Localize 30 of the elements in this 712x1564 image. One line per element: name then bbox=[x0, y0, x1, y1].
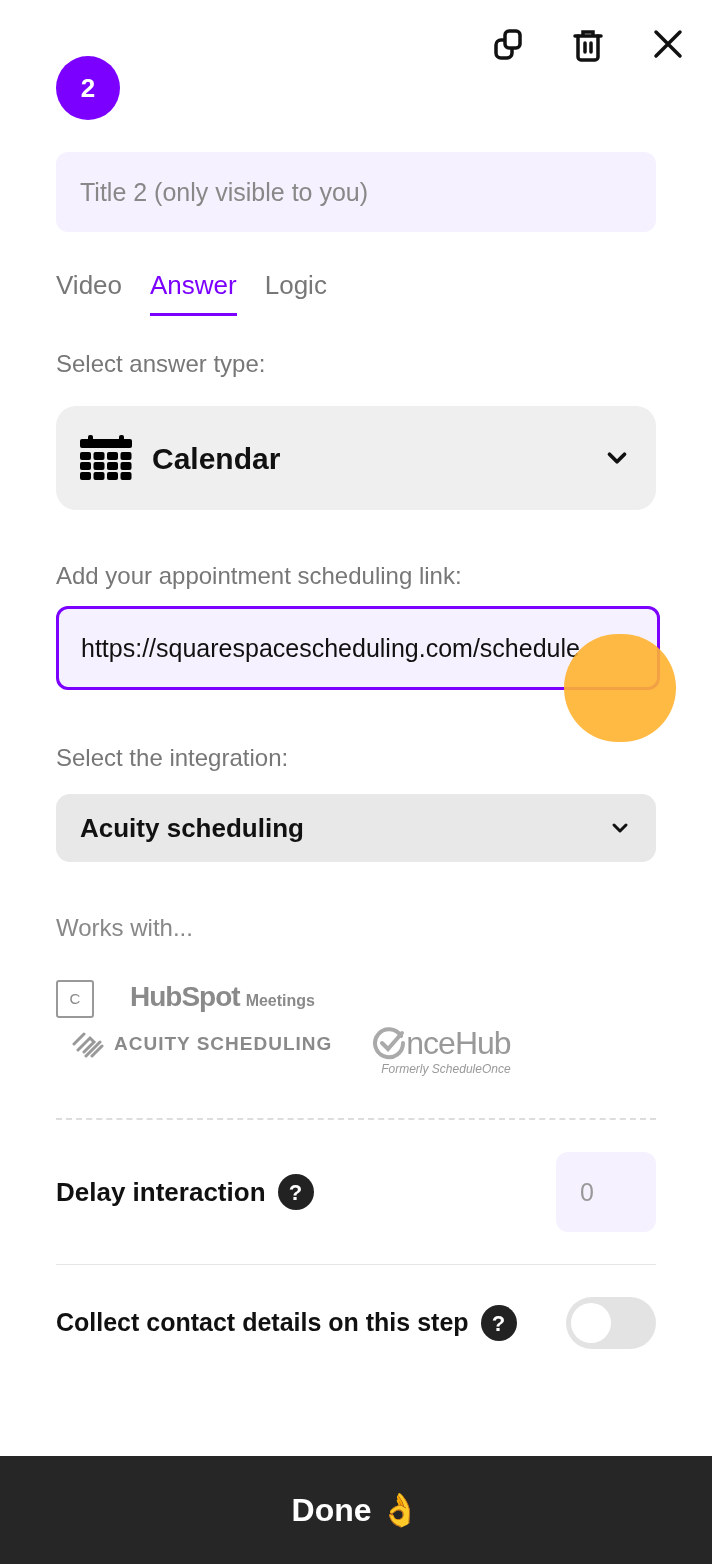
collect-contact-label: Collect contact details on this step bbox=[56, 1307, 469, 1339]
hubspot-logo: HubSpot bbox=[130, 980, 240, 1014]
toggle-switch[interactable] bbox=[566, 1297, 656, 1349]
delay-interaction-label: Delay interaction bbox=[56, 1175, 266, 1209]
step-number-badge: 2 bbox=[56, 56, 120, 120]
field-label: Add your appointment scheduling link: bbox=[56, 561, 463, 591]
help-icon[interactable]: ? bbox=[480, 1305, 517, 1341]
tab[interactable]: Answer bbox=[150, 266, 237, 316]
trash-icon[interactable] bbox=[572, 28, 604, 62]
check-circle-icon bbox=[372, 1026, 407, 1060]
calendar-icon bbox=[80, 435, 132, 481]
tab[interactable]: Logic bbox=[264, 266, 327, 316]
meetings-label: Meetings bbox=[245, 991, 315, 1011]
tab[interactable]: Video bbox=[56, 266, 123, 316]
delay-field[interactable]: 0 bbox=[556, 1152, 656, 1232]
calendar-logo: C bbox=[56, 980, 94, 1018]
integration-dropdown[interactable]: Acuity scheduling bbox=[56, 794, 656, 862]
field-label: Select answer type: bbox=[56, 349, 267, 379]
field-label: Select the integration: bbox=[56, 743, 290, 773]
copy-icon[interactable] bbox=[492, 28, 524, 62]
close-icon[interactable] bbox=[652, 28, 684, 60]
acuity-logo-icon bbox=[70, 1030, 106, 1059]
title-field[interactable]: Title 2 (only visible to you) bbox=[56, 152, 656, 232]
done-button[interactable]: Done 👌 bbox=[0, 1456, 712, 1564]
works-with-label: Works with... bbox=[56, 913, 194, 943]
answer-type-dropdown[interactable]: Calendar bbox=[56, 406, 656, 510]
oncehub-subtitle: Formerly ScheduleOnce bbox=[381, 1061, 511, 1078]
help-icon[interactable]: ? bbox=[277, 1174, 314, 1210]
oncehub-logo: nceHub bbox=[406, 1027, 511, 1059]
acuity-logo-text: ACUITY SCHEDULING bbox=[114, 1032, 333, 1056]
